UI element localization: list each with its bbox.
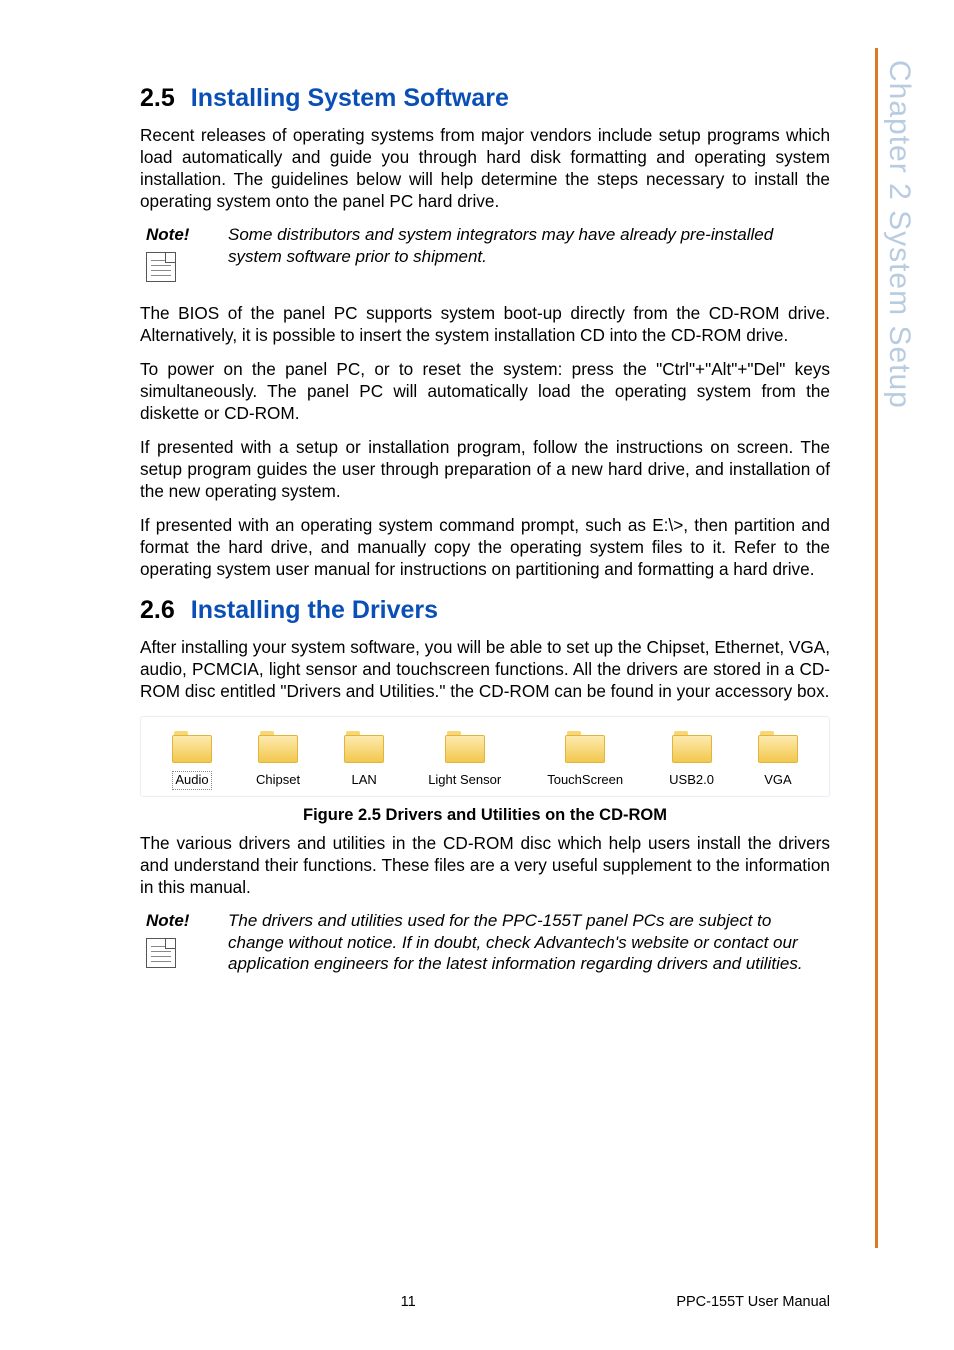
folder-label: Light Sensor xyxy=(426,771,503,790)
note-text: Some distributors and system integrators… xyxy=(228,224,830,282)
folder-label: LAN xyxy=(350,771,379,790)
folder-icon xyxy=(258,731,298,763)
paragraph: The BIOS of the panel PC supports system… xyxy=(140,302,830,346)
folder-touchscreen[interactable]: TouchScreen xyxy=(545,731,625,790)
folder-label: Chipset xyxy=(254,771,302,790)
paragraph: If presented with an operating system co… xyxy=(140,514,830,580)
note-left: Note! xyxy=(146,224,214,282)
folder-chipset[interactable]: Chipset xyxy=(254,731,302,790)
heading-title: Installing System Software xyxy=(191,84,509,112)
heading-title: Installing the Drivers xyxy=(191,596,438,624)
footer: 11 PPC-155T User Manual xyxy=(140,1294,830,1310)
note-label: Note! xyxy=(146,910,214,932)
folder-icon xyxy=(344,731,384,763)
side-tab: Chapter 2 System Setup xyxy=(882,60,928,620)
folder-icon xyxy=(445,731,485,763)
side-rule xyxy=(875,48,878,1248)
folder-label: TouchScreen xyxy=(545,771,625,790)
folder-label: Audio xyxy=(172,771,211,790)
figure-caption: Figure 2.5 Drivers and Utilities on the … xyxy=(140,805,830,826)
paragraph: The various drivers and utilities in the… xyxy=(140,832,830,898)
folder-audio[interactable]: Audio xyxy=(172,731,212,790)
note-left: Note! xyxy=(146,910,214,975)
side-tab-text: Chapter 2 System Setup xyxy=(882,60,916,409)
note-label: Note! xyxy=(146,224,214,246)
note-block: Note! The drivers and utilities used for… xyxy=(146,910,830,975)
note-block: Note! Some distributors and system integ… xyxy=(146,224,830,282)
heading-num: 2.5 xyxy=(140,84,175,112)
heading-2-6: 2.6 Installing the Drivers xyxy=(140,594,830,626)
paragraph: If presented with a setup or installatio… xyxy=(140,436,830,502)
folder-icon xyxy=(565,731,605,763)
folder-lan[interactable]: LAN xyxy=(344,731,384,790)
folder-row: Audio Chipset LAN Light Sensor TouchScre… xyxy=(140,716,830,797)
heading-num: 2.6 xyxy=(140,596,175,624)
paragraph: Recent releases of operating systems fro… xyxy=(140,124,830,212)
paragraph: After installing your system software, y… xyxy=(140,636,830,702)
note-text: The drivers and utilities used for the P… xyxy=(228,910,830,975)
page-number: 11 xyxy=(401,1294,416,1310)
paragraph: To power on the panel PC, or to reset th… xyxy=(140,358,830,424)
folder-icon xyxy=(672,731,712,763)
doc-title: PPC-155T User Manual xyxy=(676,1294,830,1310)
note-icon xyxy=(146,252,176,282)
heading-2-5: 2.5 Installing System Software xyxy=(140,82,830,114)
folder-label: VGA xyxy=(762,771,793,790)
note-icon xyxy=(146,938,176,968)
folder-vga[interactable]: VGA xyxy=(758,731,798,790)
folder-label: USB2.0 xyxy=(667,771,716,790)
folder-icon xyxy=(758,731,798,763)
folder-usb20[interactable]: USB2.0 xyxy=(667,731,716,790)
folder-icon xyxy=(172,731,212,763)
folder-lightsensor[interactable]: Light Sensor xyxy=(426,731,503,790)
